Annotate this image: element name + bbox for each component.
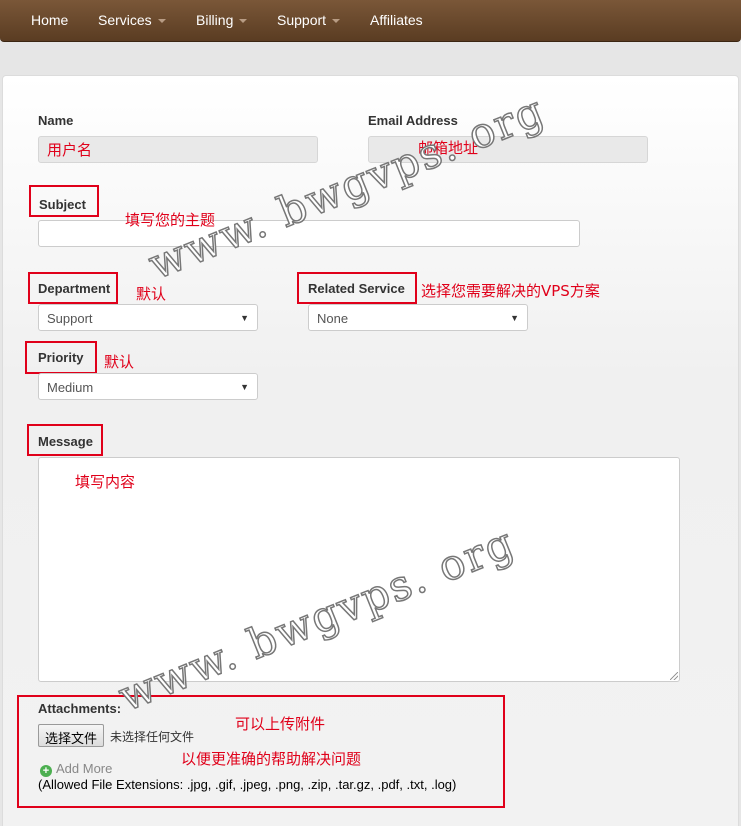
priority-label: Priority: [38, 350, 84, 365]
nav-billing[interactable]: Billing: [196, 12, 248, 28]
subject-label: Subject: [39, 197, 86, 212]
nav-services[interactable]: Services: [98, 12, 166, 28]
nav-services-label: Services: [98, 12, 152, 28]
dropdown-arrow-icon: ▼: [240, 313, 249, 323]
nav-billing-label: Billing: [196, 12, 234, 28]
related-service-select[interactable]: None ▼: [308, 304, 528, 331]
related-service-selected-value: None: [317, 311, 349, 326]
add-more-link[interactable]: + Add More: [40, 761, 112, 777]
related-service-annotation: 选择您需要解决的VPS方案: [421, 282, 600, 300]
related-service-label: Related Service: [308, 281, 405, 296]
nav-support-label: Support: [277, 12, 327, 28]
department-label: Department: [38, 281, 111, 296]
allowed-extensions-text: (Allowed File Extensions: .jpg, .gif, .j…: [38, 777, 457, 792]
chevron-down-icon: [332, 19, 341, 24]
add-circle-icon: +: [40, 765, 52, 777]
name-label: Name: [38, 113, 74, 128]
priority-select[interactable]: Medium ▼: [38, 373, 258, 400]
dropdown-arrow-icon: ▼: [510, 313, 519, 323]
resize-grip-icon[interactable]: [670, 672, 678, 680]
message-label: Message: [38, 434, 93, 449]
chevron-down-icon: [157, 19, 166, 24]
attachments-annotation-1: 可以上传附件: [235, 715, 326, 733]
priority-selected-value: Medium: [47, 380, 94, 395]
department-select[interactable]: Support ▼: [38, 304, 258, 331]
add-more-label: Add More: [56, 761, 113, 776]
message-annotation: 填写内容: [75, 473, 136, 491]
no-file-text: 未选择任何文件: [110, 730, 195, 744]
nav-support[interactable]: Support: [277, 12, 341, 28]
priority-annotation: 默认: [104, 353, 135, 371]
department-selected-value: Support: [47, 311, 93, 326]
dropdown-arrow-icon: ▼: [240, 382, 249, 392]
nav-affiliates[interactable]: Affiliates: [370, 12, 423, 28]
choose-file-button[interactable]: 选择文件: [38, 724, 105, 747]
top-navbar: Home Services Billing Support Affiliates: [0, 0, 741, 42]
chevron-down-icon: [239, 19, 248, 24]
nav-home[interactable]: Home: [31, 12, 68, 28]
attachments-label: Attachments:: [38, 701, 122, 716]
attachments-annotation-2: 以便更准确的帮助解决问题: [181, 750, 362, 768]
name-annotation: 用户名: [47, 141, 93, 159]
